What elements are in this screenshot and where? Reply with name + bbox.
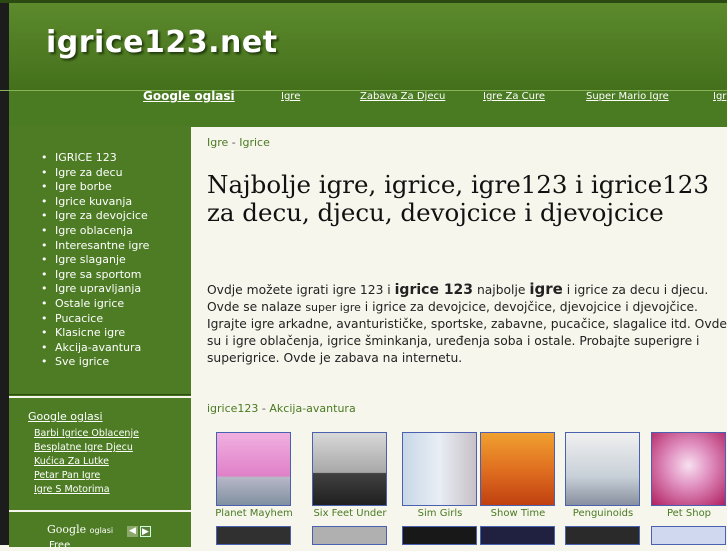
game-thumbnail[interactable] (565, 432, 640, 506)
game-title[interactable]: Pet Shop (639, 508, 727, 519)
sidebar-item-igre-oblacenja[interactable]: Igre oblacenja (41, 224, 149, 239)
sidebar-item-akcija-avantura[interactable]: Akcija-avantura (41, 341, 149, 356)
nav-google-ads-label[interactable]: Google oglasi (143, 89, 235, 103)
chevron-left-icon[interactable]: ◀ (127, 526, 138, 537)
game-title[interactable]: Planet Mayhem (204, 508, 304, 519)
breadcrumb-item-igrice[interactable]: Igrice (239, 136, 270, 149)
game-card[interactable]: Six Feet Under (312, 432, 390, 532)
sidebar-item-interesantne-igre[interactable]: Interesantne igre (41, 239, 150, 254)
sidebar-ad-link[interactable]: Kućica Za Lutke (34, 456, 109, 467)
ad-text[interactable]: Free (49, 540, 70, 551)
sidebar-ad-link[interactable]: Besplatne Igre Djecu (34, 442, 133, 453)
breadcrumb: Igre - Igrice (207, 136, 270, 149)
sidebar-item-igre-slaganje[interactable]: Igre slaganje (41, 253, 149, 268)
page-title: Najbolje igre, igrice, igre123 i igrice1… (207, 170, 709, 227)
category-breadcrumb: igrice123 - Akcija-avantura (207, 402, 356, 415)
nav-link-more[interactable]: Igr (713, 91, 726, 102)
sidebar-item-sve-igrice[interactable]: Sve igrice (41, 355, 149, 370)
nav-link-igre-za-cure[interactable]: Igre Za Cure (483, 91, 545, 102)
site-header: igrice123.net (0, 0, 727, 90)
game-thumbnail[interactable] (216, 432, 291, 506)
main-content: Igre - Igrice Najbolje igre, igrice, igr… (191, 126, 727, 545)
nav-left-bar (0, 91, 9, 127)
sidebar-item-klasicne-igre[interactable]: Klasicne igre (41, 326, 149, 341)
game-thumbnail[interactable] (312, 526, 387, 545)
sidebar-item-igrice-123[interactable]: IGRICE 123 (41, 151, 149, 166)
game-thumbnail[interactable] (565, 526, 640, 545)
category-crumb-home[interactable]: igrice123 (207, 402, 258, 415)
intro-small: super igre (305, 301, 361, 314)
sidebar-menu: IGRICE 123 Igre za decu Igre borbe Igric… (9, 126, 191, 395)
game-thumbnail[interactable] (402, 432, 477, 506)
sidebar-item-pucacice[interactable]: Pucacice (41, 312, 149, 327)
top-nav: Google oglasi Igre Zabava Za Djecu Igre … (0, 89, 727, 127)
sidebar-item-igre-sa-sportom[interactable]: Igre sa sportom (41, 268, 149, 283)
category-crumb-akcija[interactable]: Akcija-avantura (269, 402, 355, 415)
sidebar-left-bar (0, 126, 9, 545)
game-thumbnail[interactable] (651, 526, 726, 545)
game-thumbnail[interactable] (312, 432, 387, 506)
game-title[interactable]: Penguinoids (553, 508, 653, 519)
sidebar-item-igrice-kuvanja[interactable]: Igrice kuvanja (41, 195, 149, 210)
nav-link-zabava-za-djecu[interactable]: Zabava Za Djecu (360, 91, 445, 102)
game-thumbnail[interactable] (651, 432, 726, 506)
intro-bold: igre (529, 280, 563, 298)
sidebar-item-ostale-igrice[interactable]: Ostale igrice (41, 297, 149, 312)
sidebar-item-igre-borbe[interactable]: Igre borbe (41, 180, 149, 195)
breadcrumb-separator: - (228, 136, 240, 149)
breadcrumb-separator: - (258, 402, 270, 415)
nav-link-igre[interactable]: Igre (281, 91, 300, 102)
game-card[interactable]: Planet Mayhem (215, 432, 294, 532)
google-logo-small: oglasi (89, 526, 114, 535)
sidebar-ad-link[interactable]: Barbi Igrice Oblacenje (34, 428, 139, 439)
game-thumbnail[interactable] (216, 526, 291, 545)
sidebar-item-igre-za-devojcice[interactable]: Igre za devojcice (41, 209, 149, 224)
intro-text: igre 123 (332, 283, 384, 297)
google-logo-text: Google (47, 523, 87, 536)
game-card[interactable]: Penguinoids (565, 432, 643, 532)
game-card[interactable]: Show Time (480, 432, 558, 532)
site-title[interactable]: igrice123.net (46, 25, 278, 60)
sidebar-item-igre-upravljanja[interactable]: Igre upravljanja (41, 282, 149, 297)
game-card[interactable]: Pet Shop (651, 432, 727, 532)
intro-paragraph: Ovdje možete igrati igre 123 i igrice 12… (207, 281, 727, 367)
game-thumbnail[interactable] (402, 526, 477, 545)
game-title[interactable]: Six Feet Under (300, 508, 400, 519)
breadcrumb-item-igre[interactable]: Igre (207, 136, 228, 149)
sidebar: IGRICE 123 Igre za decu Igre borbe Igric… (0, 126, 191, 551)
sidebar-ad-link[interactable]: Petar Pan Igre (34, 470, 100, 481)
intro-text: najbolje (473, 283, 530, 297)
sidebar-ads-title[interactable]: Google oglasi (28, 410, 103, 423)
header-left-bar (0, 3, 9, 90)
sidebar-ad-link[interactable]: Igre S Motorima (34, 484, 110, 495)
sidebar-ads: Google oglasi Barbi Igrice Oblacenje Bes… (9, 396, 191, 510)
game-thumbnail[interactable] (480, 526, 555, 545)
intro-text: i (383, 283, 395, 297)
google-ads-logo: Google oglasi (47, 523, 113, 536)
sidebar-google-box: Google oglasi ◀ ▶ Free (9, 510, 191, 551)
chevron-right-icon[interactable]: ▶ (140, 526, 151, 537)
intro-bold: igrice 123 (394, 282, 474, 298)
intro-text: Ovdje možete igrati (207, 283, 333, 297)
sidebar-item-igre-za-decu[interactable]: Igre za decu (41, 166, 149, 181)
game-thumbnail[interactable] (480, 432, 555, 506)
nav-link-super-mario-igre[interactable]: Super Mario Igre (586, 91, 669, 102)
